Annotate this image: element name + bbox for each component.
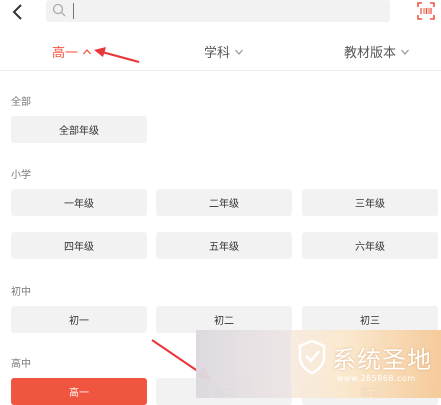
grade-option-middle2[interactable]: 初二 <box>156 306 292 333</box>
grade-option-high1-selected[interactable]: 高一 <box>11 378 147 405</box>
grade-option-grade1[interactable]: 一年级 <box>11 189 147 216</box>
scan-icon[interactable] <box>416 1 436 21</box>
textbook-edition-filter-label: 教材版本 <box>344 46 397 61</box>
textbook-edition-filter[interactable]: 教材版本 <box>344 42 410 61</box>
search-bar[interactable] <box>46 0 390 22</box>
top-bar <box>0 0 441 28</box>
grade-option-grade5[interactable]: 五年级 <box>156 232 292 259</box>
shield-logo-icon <box>298 339 326 375</box>
section-title-primary: 小学 <box>11 170 31 181</box>
watermark-url: www.285868.com <box>337 374 416 383</box>
chevron-down-icon <box>401 49 410 55</box>
divider <box>0 70 441 71</box>
back-arrow-icon[interactable] <box>8 2 28 22</box>
section-title-all: 全部 <box>11 97 31 108</box>
grade-filter[interactable]: 高一 <box>52 42 92 61</box>
grade-option-middle3[interactable]: 初三 <box>302 306 438 333</box>
blurred-region <box>196 330 291 398</box>
text-cursor <box>73 3 74 19</box>
grade-filter-label: 高一 <box>52 46 79 61</box>
grade-option-middle1[interactable]: 初一 <box>11 306 147 333</box>
chevron-up-icon <box>83 48 92 54</box>
search-icon <box>52 3 66 17</box>
grade-option-all[interactable]: 全部年级 <box>11 116 147 143</box>
grade-option-grade3[interactable]: 三年级 <box>302 189 438 216</box>
chevron-down-icon <box>235 49 244 55</box>
subject-filter-label: 学科 <box>204 46 231 61</box>
filter-bar: 高一 学科 教材版本 <box>0 36 441 66</box>
watermark-title: 系统圣地 <box>332 346 432 374</box>
grade-option-grade4[interactable]: 四年级 <box>11 232 147 259</box>
section-title-middle: 初中 <box>11 287 31 298</box>
section-title-high: 高中 <box>11 359 31 370</box>
watermark: 系统圣地 www.285868.com <box>196 330 441 398</box>
search-input[interactable] <box>76 2 380 22</box>
subject-filter[interactable]: 学科 <box>204 42 244 61</box>
grade-option-grade2[interactable]: 二年级 <box>156 189 292 216</box>
grade-option-grade6[interactable]: 六年级 <box>302 232 438 259</box>
